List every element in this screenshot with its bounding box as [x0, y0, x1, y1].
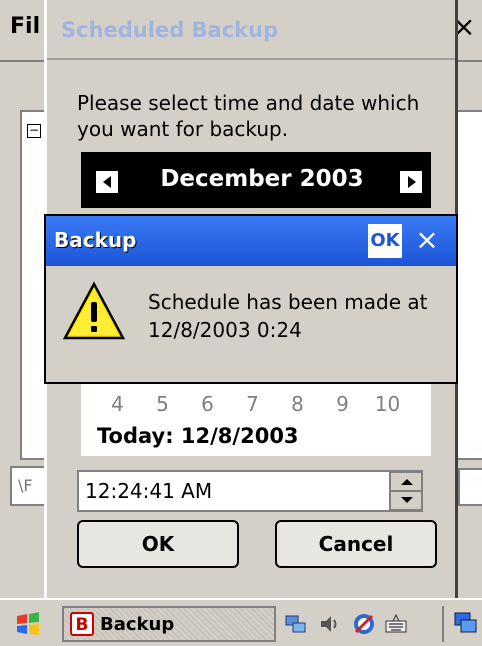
sync-icon[interactable]: [352, 612, 376, 636]
taskbar: B Backup: [0, 598, 482, 646]
message-ok-button[interactable]: OK: [368, 224, 402, 258]
background-path-field[interactable]: \F: [10, 466, 48, 506]
next-month-button[interactable]: [399, 170, 423, 194]
background-browse-button[interactable]: [458, 468, 482, 506]
calendar-day[interactable]: 5: [140, 392, 185, 416]
message-box-title: Backup: [54, 228, 137, 252]
previous-month-button[interactable]: [95, 170, 119, 194]
calendar-week-row: 4 5 6 7 8 9 10: [81, 392, 431, 416]
arrow-up-icon: [401, 479, 413, 485]
scheduled-backup-titlebar: Scheduled Backup: [47, 0, 455, 60]
arrow-down-icon: [401, 497, 413, 503]
volume-icon[interactable]: [318, 612, 342, 636]
system-tray: [280, 606, 440, 642]
time-decrement-button[interactable]: [390, 491, 422, 510]
calendar-grid: 4 5 6 7 8 9 10 Today: 12/8/2003: [81, 384, 431, 456]
calendar-day[interactable]: 9: [320, 392, 365, 416]
message-close-button[interactable]: ×: [410, 224, 444, 258]
taskbar-button-label: Backup: [100, 614, 175, 635]
ok-button[interactable]: OK: [77, 520, 239, 568]
background-window-title: Fil: [10, 14, 41, 39]
backup-instructions: Please select time and date which you wa…: [77, 91, 420, 141]
network-icon[interactable]: [284, 612, 308, 636]
taskbar-button-backup[interactable]: B Backup: [62, 606, 276, 642]
calendar-day[interactable]: 10: [365, 392, 410, 416]
calendar-header: December 2003: [81, 152, 431, 208]
time-input[interactable]: 12:24:41 AM: [77, 470, 423, 512]
taskbar-separator: [442, 606, 444, 642]
keyboard-icon[interactable]: [384, 612, 408, 636]
calendar-day[interactable]: 4: [95, 392, 140, 416]
calendar-day[interactable]: 7: [230, 392, 275, 416]
calendar-day[interactable]: 8: [275, 392, 320, 416]
calendar-day[interactable]: 6: [185, 392, 230, 416]
tree-collapse-toggle[interactable]: −: [27, 124, 41, 138]
arrow-right-icon: [408, 176, 416, 188]
background-list-panel: [456, 110, 482, 460]
warning-icon: [62, 281, 126, 340]
arrow-left-icon: [103, 176, 111, 188]
backup-message-box: Backup OK × Schedule has been made at 12…: [44, 214, 458, 384]
cancel-button[interactable]: Cancel: [275, 520, 437, 568]
message-box-titlebar: Backup OK ×: [46, 216, 456, 266]
time-increment-button[interactable]: [390, 472, 422, 491]
desktop-icon[interactable]: [452, 610, 478, 636]
scheduled-backup-title: Scheduled Backup: [61, 18, 279, 42]
time-spinner: [389, 472, 422, 510]
calendar-today-link[interactable]: Today: 12/8/2003: [97, 424, 299, 448]
calendar-month-year: December 2003: [160, 166, 364, 192]
windows-start-icon[interactable]: [14, 610, 42, 638]
backup-app-icon: B: [70, 612, 94, 636]
message-text: Schedule has been made at 12/8/2003 0:24: [148, 290, 428, 342]
